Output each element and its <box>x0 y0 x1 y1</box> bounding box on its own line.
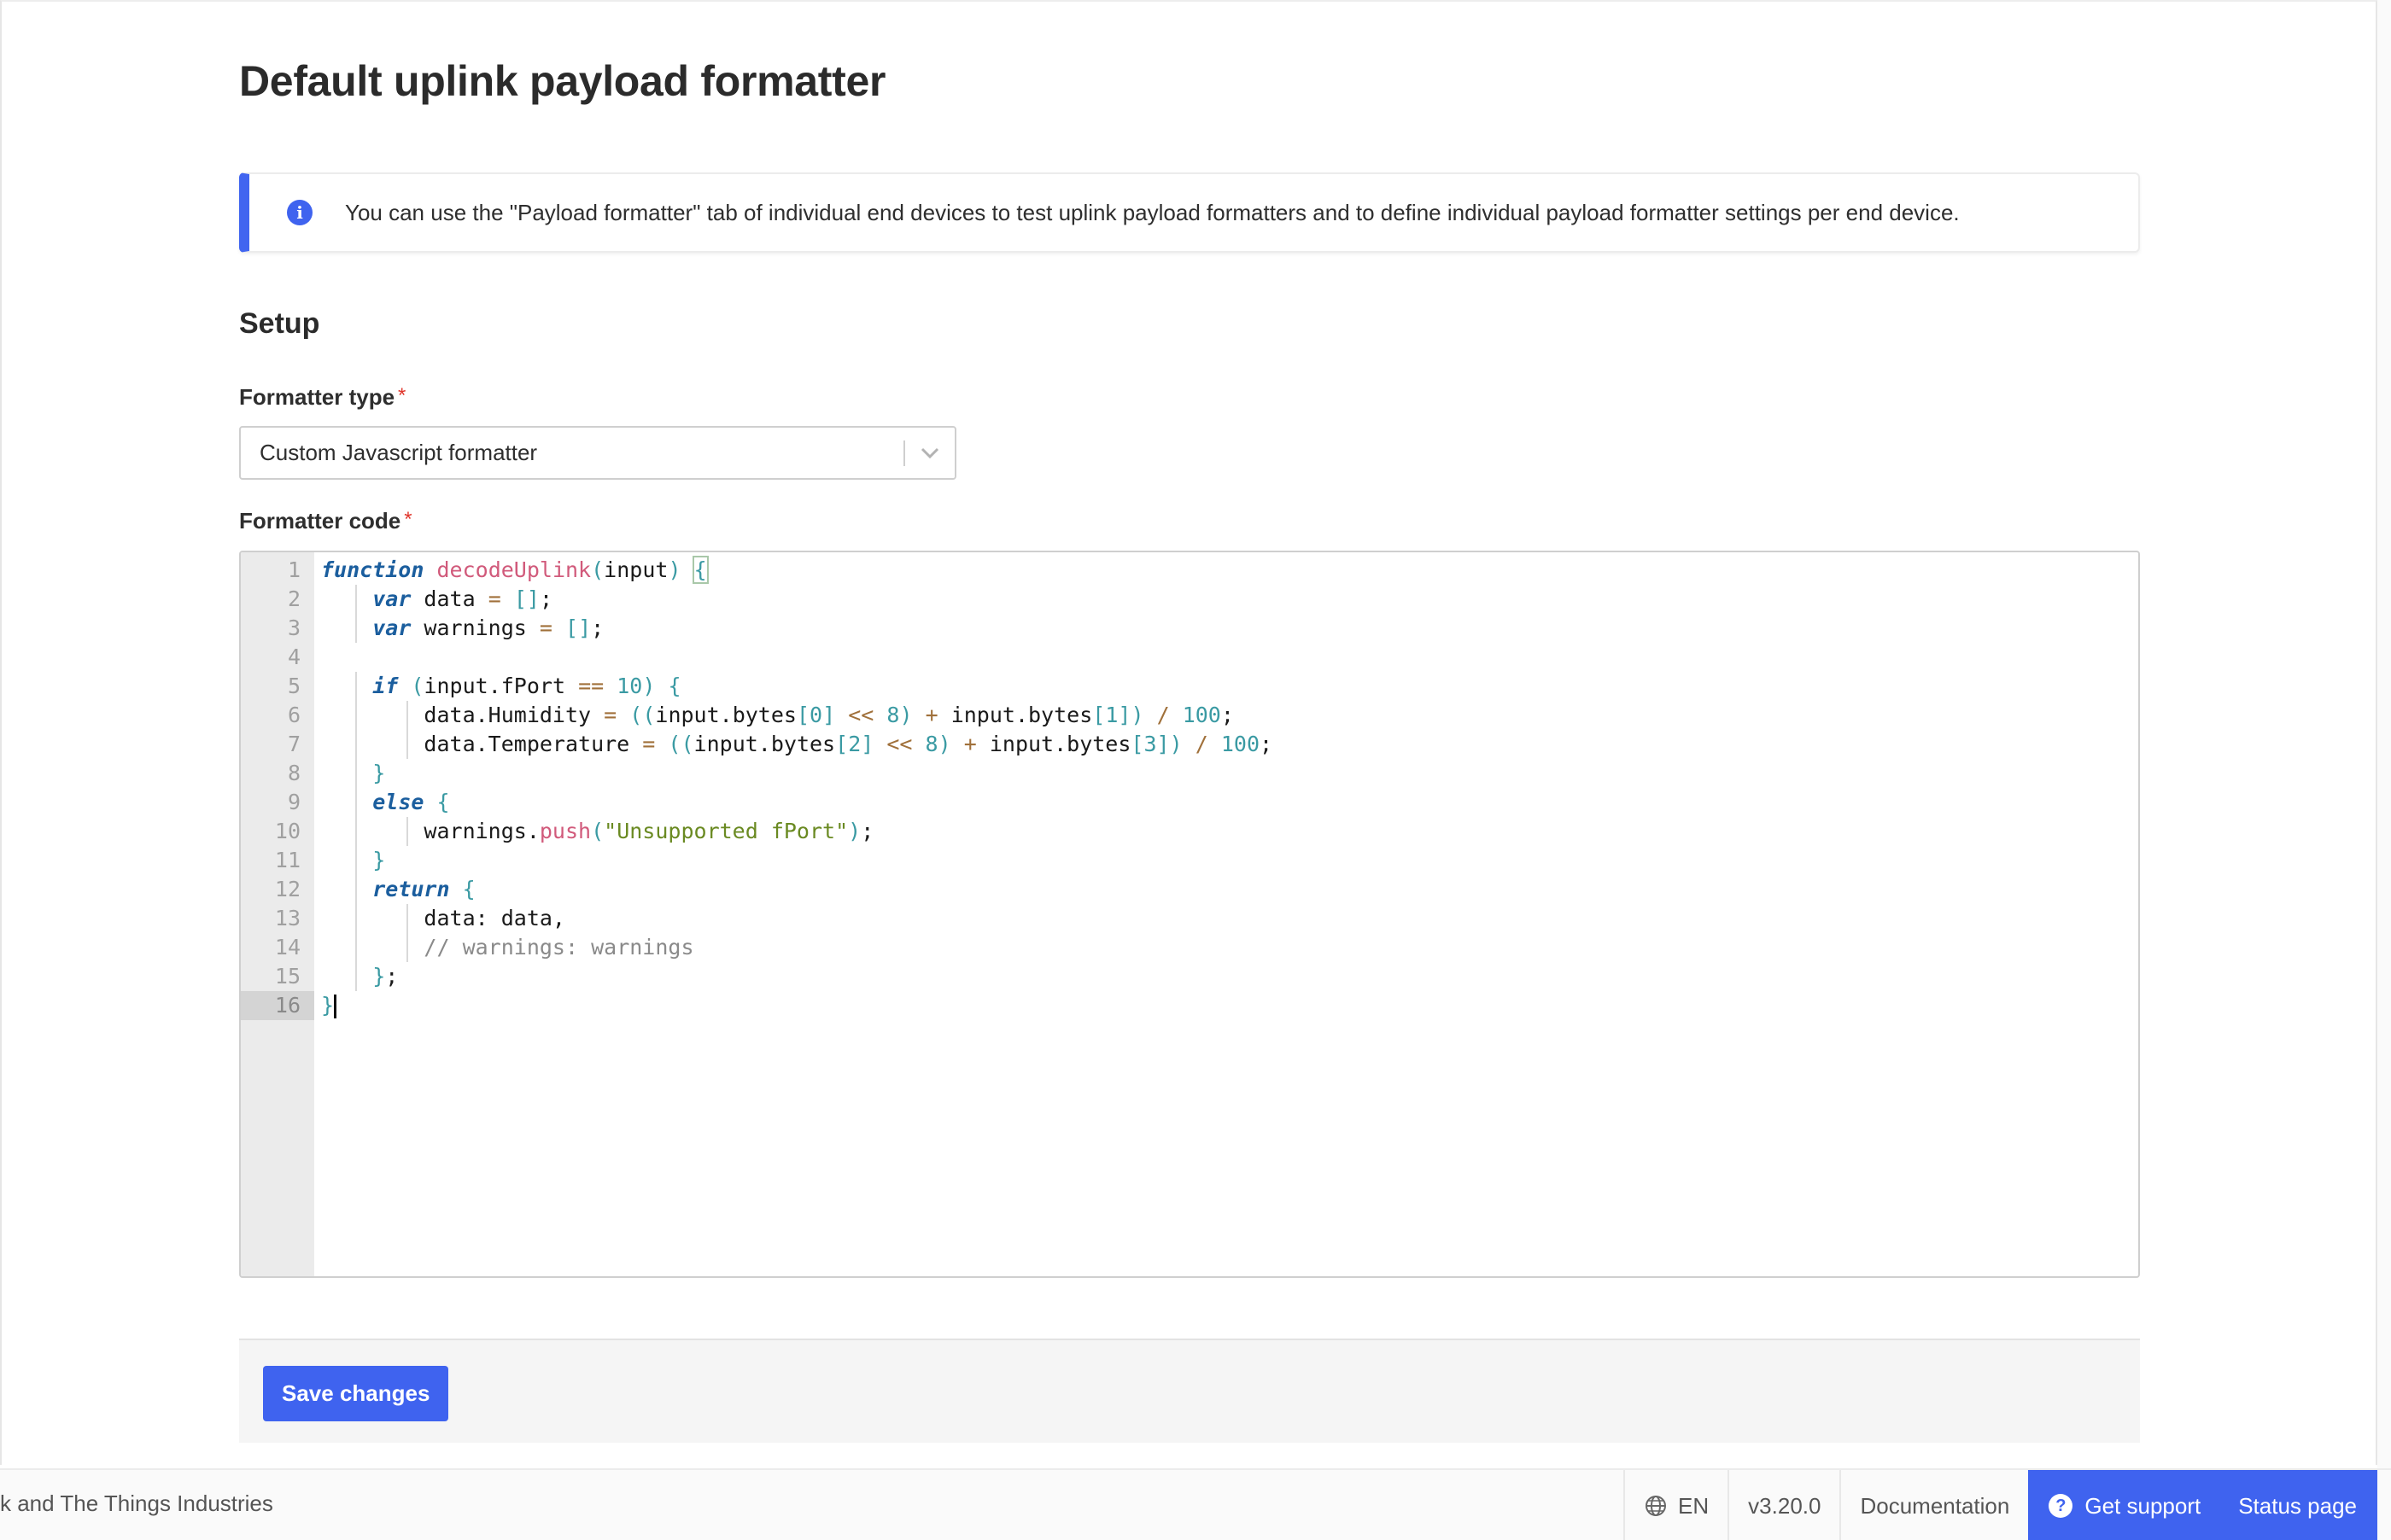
line-number: 13 <box>274 906 301 930</box>
version-label: v3.20.0 <box>1727 1470 1839 1540</box>
status-page-link[interactable]: Status page <box>2221 1470 2377 1540</box>
code-line[interactable]: 11 } <box>241 846 2138 875</box>
line-number: 14 <box>274 935 301 960</box>
get-support-label: Get support <box>2084 1492 2201 1519</box>
line-number: 15 <box>274 964 301 989</box>
language-label: EN <box>1678 1492 1710 1519</box>
code-line[interactable]: 6 data.Humidity = ((input.bytes[0] << 8)… <box>241 701 2138 730</box>
code-text: warnings.push("Unsupported fPort"); <box>321 819 874 843</box>
code-text: if (input.fPort == 10) { <box>372 674 681 698</box>
globe-icon <box>1646 1496 1667 1516</box>
line-number: 2 <box>287 586 301 611</box>
code-line[interactable]: 15 }; <box>241 962 2138 991</box>
footer-copyright: k and The Things Industries <box>0 1490 273 1516</box>
page-title: Default uplink payload formatter <box>239 57 886 105</box>
formatter-type-label: Formatter type * <box>239 384 406 411</box>
code-text: var warnings = []; <box>372 615 605 640</box>
documentation-link[interactable]: Documentation <box>1839 1470 2028 1540</box>
line-number: 11 <box>274 848 301 872</box>
code-lines[interactable]: 1 function decodeUplink(input) {2 var dat… <box>241 552 2138 1020</box>
action-bar: Save changes <box>239 1339 2140 1443</box>
line-number: 9 <box>287 790 301 814</box>
code-line[interactable]: 7 data.Temperature = ((input.bytes[2] <<… <box>241 730 2138 759</box>
line-number: 5 <box>287 674 301 698</box>
scrollbar-track[interactable] <box>2377 0 2391 1540</box>
info-notice: i You can use the "Payload formatter" ta… <box>239 172 2140 253</box>
line-number: 12 <box>274 877 301 901</box>
code-line[interactable]: 9 else { <box>241 788 2138 817</box>
formatter-type-select[interactable]: Custom Javascript formatter <box>239 426 956 480</box>
code-line[interactable]: 2 var data = []; <box>241 585 2138 614</box>
code-line[interactable]: 16} <box>241 991 2138 1020</box>
code-text: } <box>372 761 386 785</box>
code-text: } <box>372 848 386 872</box>
code-line[interactable]: 3 var warnings = []; <box>241 614 2138 643</box>
code-line[interactable]: 14 // warnings: warnings <box>241 933 2138 962</box>
line-number: 8 <box>287 761 301 785</box>
code-text: else { <box>372 790 450 814</box>
code-text: }; <box>372 964 399 989</box>
notice-text: You can use the "Payload formatter" tab … <box>345 199 1960 225</box>
save-changes-button[interactable]: Save changes <box>263 1366 449 1421</box>
code-line[interactable]: 1 function decodeUplink(input) { <box>241 556 2138 585</box>
help-circle-icon: ? <box>2049 1494 2073 1518</box>
section-title-setup: Setup <box>239 307 320 340</box>
info-icon: i <box>287 200 313 225</box>
footer: k and The Things Industries EN v3.20.0 D… <box>0 1468 2391 1540</box>
formatter-type-selected-value: Custom Javascript formatter <box>260 440 538 465</box>
formatter-code-label-text: Formatter code <box>239 508 401 534</box>
code-text: // warnings: warnings <box>424 935 694 960</box>
code-text: function decodeUplink(input) { <box>321 556 709 584</box>
line-number: 7 <box>287 732 301 756</box>
line-number: 6 <box>287 703 301 727</box>
code-line[interactable]: 5 if (input.fPort == 10) { <box>241 672 2138 701</box>
code-line[interactable]: 13 data: data, <box>241 904 2138 933</box>
formatter-code-label: Formatter code * <box>239 508 412 534</box>
line-number: 3 <box>287 615 301 640</box>
get-support-button[interactable]: ? Get support <box>2028 1470 2222 1540</box>
text-cursor <box>334 995 337 1018</box>
line-number: 1 <box>287 557 301 582</box>
footer-links: EN v3.20.0 Documentation ? Get support S… <box>1623 1470 2377 1540</box>
line-number: 16 <box>241 991 314 1020</box>
code-text: data: data, <box>321 906 565 930</box>
line-number: 10 <box>274 819 301 843</box>
code-text: data.Humidity = ((input.bytes[0] << 8) +… <box>321 703 1234 727</box>
code-text: } <box>321 991 337 1020</box>
chevron-down-icon[interactable] <box>905 428 955 478</box>
code-line[interactable]: 12 return { <box>241 875 2138 904</box>
code-line[interactable]: 10 warnings.push("Unsupported fPort"); <box>241 817 2138 846</box>
formatter-type-label-text: Formatter type <box>239 384 395 410</box>
required-mark: * <box>398 384 406 407</box>
code-line[interactable]: 8 } <box>241 759 2138 788</box>
code-line[interactable]: 4 <box>241 643 2138 672</box>
code-text: data.Temperature = ((input.bytes[2] << 8… <box>321 732 1273 756</box>
code-text: var data = []; <box>372 586 552 611</box>
line-number: 4 <box>287 645 301 669</box>
code-text: return { <box>372 877 476 901</box>
code-editor[interactable]: 1 function decodeUplink(input) {2 var dat… <box>239 551 2140 1278</box>
language-selector[interactable]: EN <box>1623 1470 1727 1540</box>
required-mark: * <box>404 508 412 531</box>
